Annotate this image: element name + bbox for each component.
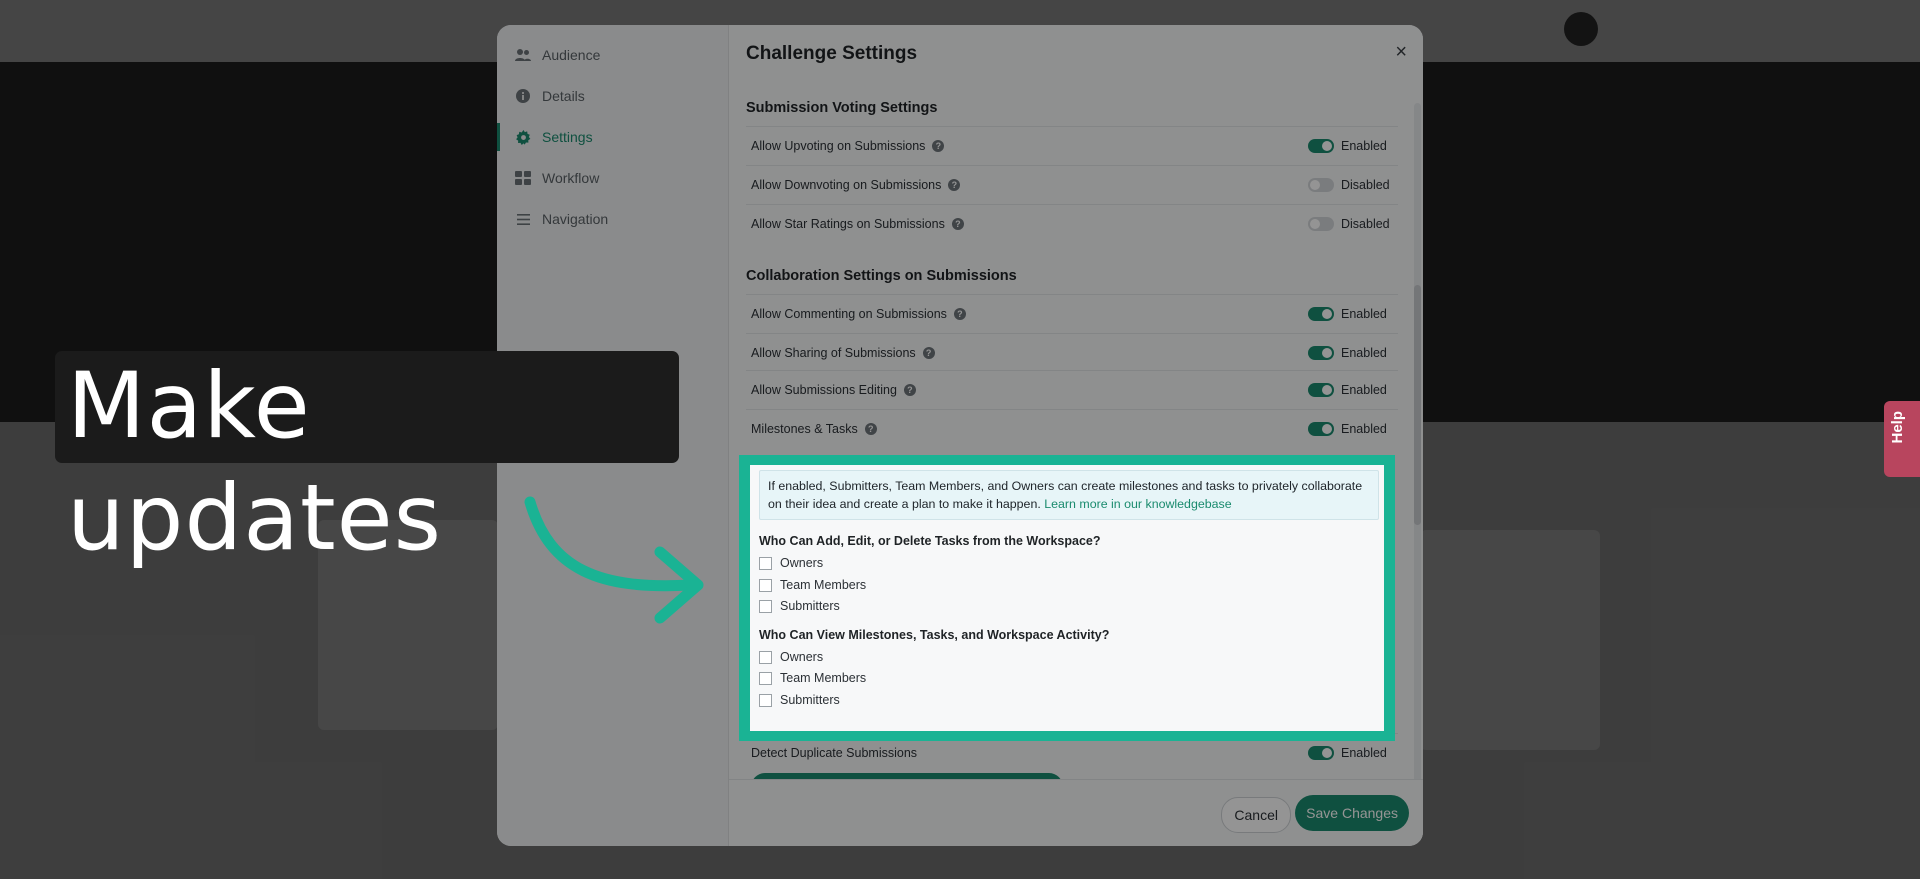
sidebar-item-label: Details xyxy=(542,88,585,104)
modal-footer: Cancel Save Changes xyxy=(729,779,1423,846)
toggle-switch[interactable] xyxy=(1308,217,1334,231)
help-tab[interactable]: Help xyxy=(1884,401,1920,477)
toggle-state: Enabled xyxy=(1341,422,1387,436)
info-icon xyxy=(514,87,532,105)
sidebar-item-label: Settings xyxy=(542,129,593,145)
page-title: Challenge Settings xyxy=(746,43,918,64)
checkbox-label: Submitters xyxy=(780,599,840,613)
users-icon xyxy=(514,46,532,64)
avatar xyxy=(1564,12,1598,46)
toggle-switch[interactable] xyxy=(1308,139,1334,153)
section-title-voting: Submission Voting Settings xyxy=(746,100,938,116)
setting-label: Milestones & Tasks xyxy=(751,422,858,436)
checkbox-q1-submitters[interactable]: Submitters xyxy=(759,599,840,613)
setting-label: Allow Star Ratings on Submissions xyxy=(751,217,945,231)
help-icon[interactable]: ? xyxy=(864,423,877,435)
help-icon[interactable]: ? xyxy=(951,218,964,230)
toggle-switch[interactable] xyxy=(1308,383,1334,397)
help-icon[interactable]: ? xyxy=(932,140,945,152)
sidebar-item-label: Navigation xyxy=(542,211,609,227)
background-card xyxy=(1420,530,1600,750)
sidebar-item-label: Audience xyxy=(542,47,601,63)
sidebar-item-workflow[interactable]: Workflow xyxy=(497,158,728,198)
checkbox[interactable] xyxy=(759,578,772,592)
toggle-state: Enabled xyxy=(1341,746,1387,760)
gear-icon xyxy=(514,128,532,146)
section-title-collab: Collaboration Settings on Submissions xyxy=(746,268,1017,284)
sidebar-item-settings[interactable]: Settings xyxy=(497,117,728,157)
setting-label: Allow Upvoting on Submissions xyxy=(751,139,926,153)
help-icon[interactable]: ? xyxy=(903,384,916,396)
toggle-switch[interactable] xyxy=(1308,346,1334,360)
save-changes-button[interactable]: Save Changes xyxy=(1295,795,1409,831)
workflow-icon xyxy=(514,169,532,187)
close-icon[interactable]: × xyxy=(1395,41,1407,64)
setting-label: Allow Sharing of Submissions xyxy=(751,346,916,360)
checkbox-q2-team-members[interactable]: Team Members xyxy=(759,671,866,685)
info-banner: If enabled, Submitters, Team Members, an… xyxy=(759,470,1379,520)
help-icon[interactable]: ? xyxy=(948,179,961,191)
scrollbar-thumb[interactable] xyxy=(1414,285,1421,525)
setting-row-star-ratings: Allow Star Ratings on Submissions ? Disa… xyxy=(746,204,1398,243)
milestones-settings-panel: If enabled, Submitters, Team Members, an… xyxy=(750,465,1384,731)
checkbox[interactable] xyxy=(759,671,772,685)
toggle-switch[interactable] xyxy=(1308,307,1334,321)
setting-row-commenting: Allow Commenting on Submissions ? Enable… xyxy=(746,294,1398,333)
toggle-state: Enabled xyxy=(1341,346,1387,360)
help-icon[interactable]: ? xyxy=(922,347,935,359)
checkbox-label: Submitters xyxy=(780,693,840,707)
setting-label: Allow Downvoting on Submissions xyxy=(751,178,942,192)
setting-row-downvoting: Allow Downvoting on Submissions ? Disabl… xyxy=(746,165,1398,204)
checkbox-label: Team Members xyxy=(780,671,867,685)
setting-label: Allow Submissions Editing xyxy=(751,383,897,397)
setting-label: Detect Duplicate Submissions xyxy=(751,746,918,760)
setting-row-milestones: Milestones & Tasks ? Enabled xyxy=(746,409,1398,448)
help-tab-label: Help xyxy=(1889,411,1906,444)
knowledgebase-link[interactable]: Learn more in our knowledgebase xyxy=(1044,497,1231,511)
toggle-state: Enabled xyxy=(1341,139,1387,153)
checkbox-q2-submitters[interactable]: Submitters xyxy=(759,693,840,707)
help-icon[interactable]: ? xyxy=(953,308,966,320)
toggle-switch[interactable] xyxy=(1308,422,1334,436)
toggle-state: Disabled xyxy=(1341,217,1390,231)
toggle-state: Enabled xyxy=(1341,307,1387,321)
setting-row-editing: Allow Submissions Editing ? Enabled xyxy=(746,370,1398,409)
cancel-button[interactable]: Cancel xyxy=(1221,797,1291,833)
sidebar-item-label: Workflow xyxy=(542,170,600,186)
checkbox[interactable] xyxy=(759,599,772,613)
highlight-frame: If enabled, Submitters, Team Members, an… xyxy=(739,455,1395,741)
curved-arrow-icon xyxy=(524,496,704,624)
checkbox[interactable] xyxy=(759,556,772,570)
checkbox[interactable] xyxy=(759,693,772,707)
checkbox[interactable] xyxy=(759,650,772,664)
sidebar-item-navigation[interactable]: Navigation xyxy=(497,199,728,239)
setting-row-upvoting: Allow Upvoting on Submissions ? Enabled xyxy=(746,126,1398,165)
sidebar-item-details[interactable]: Details xyxy=(497,76,728,116)
checkbox-q1-owners[interactable]: Owners xyxy=(759,556,823,570)
toggle-state: Enabled xyxy=(1341,383,1387,397)
list-icon xyxy=(514,210,532,228)
checkbox-label: Owners xyxy=(780,556,824,570)
setting-row-sharing: Allow Sharing of Submissions ? Enabled xyxy=(746,333,1398,372)
toggle-state: Disabled xyxy=(1341,178,1390,192)
checkbox-label: Owners xyxy=(780,650,824,664)
checkbox-q2-owners[interactable]: Owners xyxy=(759,650,823,664)
tutorial-caption: Make updates xyxy=(55,351,679,571)
checkbox-label: Team Members xyxy=(780,578,867,592)
toggle-switch[interactable] xyxy=(1308,178,1334,192)
question-add-edit-tasks: Who Can Add, Edit, or Delete Tasks from … xyxy=(759,534,1101,548)
sidebar-item-audience[interactable]: Audience xyxy=(497,35,728,75)
checkbox-q1-team-members[interactable]: Team Members xyxy=(759,578,866,592)
question-view-milestones: Who Can View Milestones, Tasks, and Work… xyxy=(759,628,1110,642)
setting-label: Allow Commenting on Submissions xyxy=(751,307,947,321)
toggle-switch[interactable] xyxy=(1308,746,1334,760)
